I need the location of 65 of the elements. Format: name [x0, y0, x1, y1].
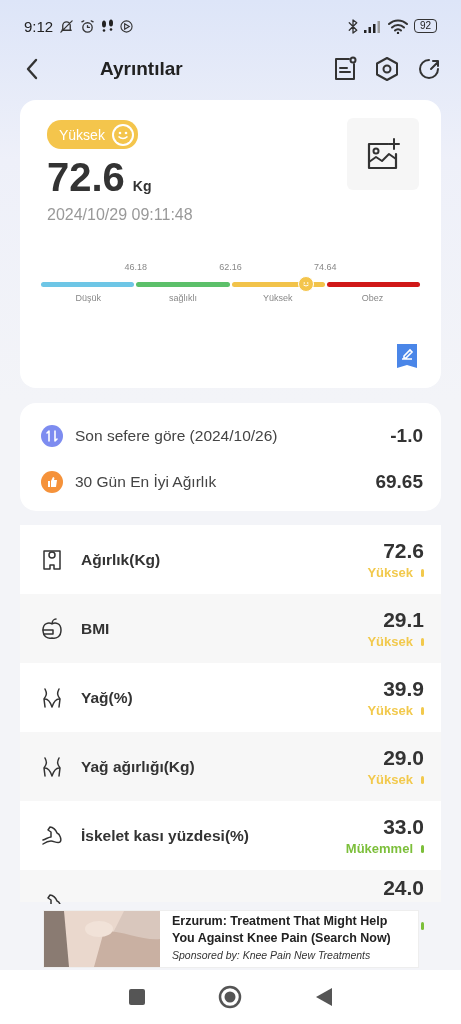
metric-value: 24.0: [383, 876, 424, 900]
range-label: sağlıklı: [169, 293, 198, 303]
comparison-value: -1.0: [390, 425, 423, 447]
waist-icon: [41, 754, 63, 779]
measurement-time: 2024/10/29 09:11:48: [47, 206, 194, 224]
footprints-icon: [101, 19, 115, 33]
range-label: Obez: [361, 293, 384, 303]
ad-sponsor: Sponsored by: Knee Pain New Treatments: [172, 949, 372, 961]
metric-label: Ağırlık(Kg): [81, 550, 162, 569]
status-tick: [421, 706, 424, 715]
threshold-value: 62.16: [219, 262, 242, 274]
square-icon[interactable]: [128, 989, 145, 1005]
add-photo-button[interactable]: [347, 118, 419, 190]
bluetooth-icon: [347, 18, 358, 34]
weight-unit: Kg: [132, 178, 152, 194]
page-title: Ayrıntılar: [100, 58, 184, 80]
triangle-icon[interactable]: [315, 987, 334, 1007]
status-tick: [421, 637, 424, 646]
alarm-clock-icon: [80, 18, 96, 34]
metric-label: Yağ ağırlığı(Kg): [81, 757, 196, 776]
status-tick: [421, 844, 424, 853]
weight-status-badge: Yüksek: [47, 120, 138, 149]
status-tick: [421, 775, 424, 784]
arm-muscle-icon: [41, 823, 63, 848]
weight-value: 72.6: [47, 155, 125, 200]
add-image-icon[interactable]: [366, 138, 400, 170]
metric-value: 33.0: [383, 815, 424, 839]
metric-status: Yüksek: [367, 703, 413, 718]
thumbs-up-icon: [41, 471, 63, 493]
clock-time: 9:12: [24, 17, 54, 35]
metric-value: 29.0: [383, 746, 424, 770]
signal-icon: [363, 19, 382, 33]
threshold-value: 74.64: [314, 262, 337, 274]
app-icon: [120, 19, 134, 33]
threshold-value: 46.18: [124, 262, 147, 274]
metric-status: Yüksek: [367, 634, 413, 649]
metric-status: Mükemmel: [345, 841, 413, 856]
edit-icon[interactable]: [397, 344, 417, 368]
ad-headline[interactable]: Erzurum: Treatment That Might Help You Against Knee Pain (Search Now): [172, 913, 408, 947]
comparison-label: Son sefere göre (2024/10/26): [75, 427, 279, 445]
waist-icon: [41, 685, 63, 710]
metric-status: Yüksek: [367, 565, 413, 580]
comparison-value: 69.65: [375, 471, 423, 493]
wifi-icon: [387, 18, 408, 34]
metric-label: BMI: [81, 619, 111, 638]
up-down-arrows-icon: [41, 425, 63, 447]
metric-label: Yağ(%): [81, 688, 134, 707]
ad-banner[interactable]: Erzurum: Treatment That Might Help You Against Knee Pain (Search Now) Sponsored by: Knee Pain New Treatments: [43, 910, 419, 968]
metric-label: İskelet kası yüzdesi(%): [81, 826, 250, 845]
metric-value: 29.1: [383, 608, 424, 632]
bell-off-icon: [59, 18, 75, 34]
range-label: Düşük: [75, 293, 102, 303]
battery-level: 92: [413, 19, 437, 33]
back-icon[interactable]: [25, 58, 39, 80]
range-label: Yüksek: [263, 293, 293, 303]
metric-value: 72.6: [383, 539, 424, 563]
metric-row[interactable]: BMI 29.1 Yüksek: [20, 594, 441, 663]
apple-icon: [41, 616, 63, 641]
metric-value: 39.9: [383, 677, 424, 701]
metric-row[interactable]: Yağ ağırlığı(Kg) 29.0 Yüksek: [20, 732, 441, 801]
comparison-label: 30 Gün En İyi Ağırlık: [75, 473, 218, 491]
scale-icon: [41, 547, 63, 572]
metric-status: Yüksek: [367, 772, 413, 787]
status-tick: [421, 568, 424, 577]
settings-button[interactable]: [373, 55, 401, 83]
